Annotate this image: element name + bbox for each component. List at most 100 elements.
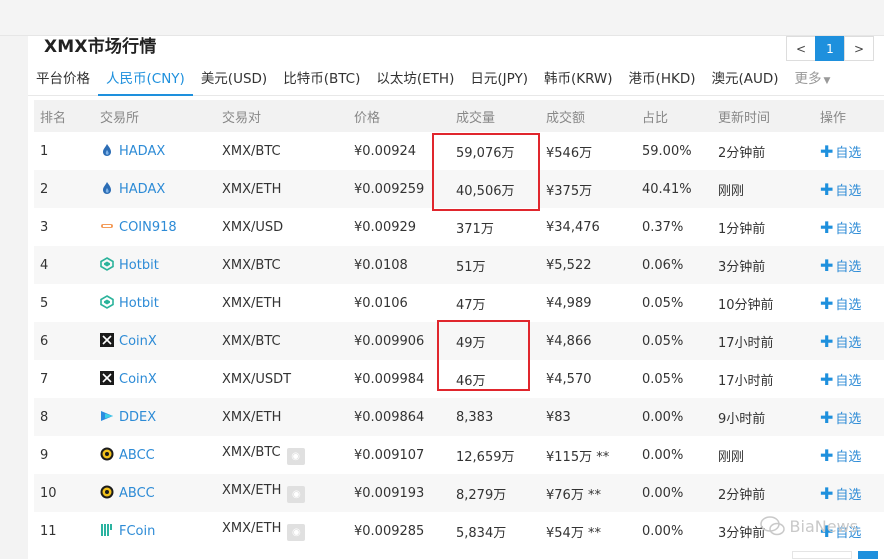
volume-cell: 8,279万 xyxy=(456,487,507,503)
price-cell: ¥0.009107 xyxy=(354,447,425,463)
price-cell: ¥0.009864 xyxy=(354,409,425,425)
exchange-link[interactable]: ABCC xyxy=(119,486,155,501)
exchange-link[interactable]: CoinX xyxy=(119,334,157,349)
exchange-link[interactable]: CoinX xyxy=(119,372,157,387)
exchange-cell[interactable]: Hotbit xyxy=(94,284,216,322)
column-header: 成交量 xyxy=(456,110,496,126)
hadax-logo-icon xyxy=(100,144,119,159)
pair-cell: XMX/USDT xyxy=(216,360,348,398)
rank-cell: 7 xyxy=(40,371,49,387)
caret-down-icon: ▼ xyxy=(823,75,831,86)
exchange-link[interactable]: DDEX xyxy=(119,410,156,425)
add-favorite-button[interactable]: ✚ 自选 xyxy=(814,360,884,398)
tab-1[interactable]: 人民币(CNY) xyxy=(98,64,193,96)
price-cell: ¥0.009193 xyxy=(354,485,425,501)
watermark-text: BiaNews xyxy=(789,516,858,536)
add-favorite-button[interactable]: ✚ 自选 xyxy=(814,474,884,512)
exchange-cell[interactable]: CoinX xyxy=(94,322,216,360)
column-header: 价格 xyxy=(354,110,381,126)
abcc-logo-icon xyxy=(100,447,119,463)
exchange-cell[interactable]: ABCC xyxy=(94,436,216,474)
amount-cell: ¥4,989 xyxy=(546,295,592,311)
exchange-link[interactable]: ABCC xyxy=(119,448,155,463)
pair-cell: XMX/BTC xyxy=(216,132,348,170)
share-cell: 0.06% xyxy=(642,257,684,273)
wechat-icon xyxy=(759,516,785,536)
amount-cell: ¥76万 ** xyxy=(546,487,601,503)
pair-text: XMX/USD xyxy=(222,219,284,235)
exchange-cell[interactable]: CoinX xyxy=(94,360,216,398)
pair-cell: XMX/ETH ◉ xyxy=(216,474,348,512)
add-favorite-button[interactable]: ✚ 自选 xyxy=(814,246,884,284)
share-cell: 0.05% xyxy=(642,333,684,349)
table-row: 8 DDEX XMX/ETH ¥0.009864 8,383 ¥83 0.00% 9小时前 ✚ 自… xyxy=(34,398,884,436)
pager-next-button[interactable]: > xyxy=(844,36,874,61)
favorite-label: 自选 xyxy=(835,297,862,313)
exchange-cell[interactable]: COIN918 xyxy=(94,208,216,246)
exchange-cell[interactable]: FCoin xyxy=(94,512,216,550)
notice-icon: ◉ xyxy=(286,448,305,465)
exchange-cell[interactable]: HADAX xyxy=(94,132,216,170)
price-cell: ¥0.009906 xyxy=(354,333,425,349)
tab-7[interactable]: 港币(HKD) xyxy=(621,64,704,96)
coinx-logo-icon xyxy=(100,371,119,387)
add-favorite-button[interactable]: ✚ 自选 xyxy=(814,208,884,246)
corner-pager-fragment xyxy=(792,551,852,559)
tab-more[interactable]: 更多 ▼ xyxy=(787,64,839,96)
updated-cell: 刚刚 xyxy=(718,183,745,199)
favorite-label: 自选 xyxy=(835,373,862,389)
exchange-link[interactable]: Hotbit xyxy=(119,296,159,311)
corner-pager-active-fragment xyxy=(858,551,878,559)
exchange-link[interactable]: HADAX xyxy=(119,182,165,197)
volume-cell: 47万 xyxy=(456,297,486,313)
add-favorite-button[interactable]: ✚ 自选 xyxy=(814,398,884,436)
add-favorite-button[interactable]: ✚ 自选 xyxy=(814,132,884,170)
plus-icon: ✚ xyxy=(820,369,834,389)
exchange-cell[interactable]: ABCC xyxy=(94,474,216,512)
pager-page-1[interactable]: 1 xyxy=(815,36,845,61)
exchange-cell[interactable]: DDEX xyxy=(94,398,216,436)
amount-cell: ¥54万 ** xyxy=(546,525,601,541)
favorite-label: 自选 xyxy=(835,449,862,465)
updated-cell: 刚刚 xyxy=(718,449,745,465)
add-favorite-button[interactable]: ✚ 自选 xyxy=(814,170,884,208)
exchange-link[interactable]: HADAX xyxy=(119,144,165,159)
price-cell: ¥0.0108 xyxy=(354,257,408,273)
tab-6[interactable]: 韩币(KRW) xyxy=(536,64,621,96)
pair-cell: XMX/ETH ◉ xyxy=(216,512,348,550)
tab-4[interactable]: 以太坊(ETH) xyxy=(368,64,462,96)
rank-cell: 2 xyxy=(40,181,49,197)
pair-cell: XMX/BTC xyxy=(216,322,348,360)
exchange-link[interactable]: Hotbit xyxy=(119,258,159,273)
plus-icon: ✚ xyxy=(820,255,834,275)
volume-cell: 51万 xyxy=(456,259,486,275)
exchange-link[interactable]: COIN918 xyxy=(119,220,177,235)
favorite-label: 自选 xyxy=(835,335,862,351)
watermark: BiaNews xyxy=(759,515,858,537)
add-favorite-button[interactable]: ✚ 自选 xyxy=(814,284,884,322)
hotbit-logo-icon xyxy=(100,295,119,311)
tab-0[interactable]: 平台价格 xyxy=(28,64,98,96)
tab-5[interactable]: 日元(JPY) xyxy=(462,64,536,96)
pager-prev-button[interactable]: < xyxy=(786,36,816,61)
share-cell: 0.00% xyxy=(642,409,684,425)
tab-2[interactable]: 美元(USD) xyxy=(193,64,275,96)
tab-3[interactable]: 比特币(BTC) xyxy=(275,64,368,96)
add-favorite-button[interactable]: ✚ 自选 xyxy=(814,322,884,360)
pair-text: XMX/ETH xyxy=(222,483,282,498)
add-favorite-button[interactable]: ✚ 自选 xyxy=(814,436,884,474)
exchange-cell[interactable]: Hotbit xyxy=(94,246,216,284)
coin918-logo-icon xyxy=(100,220,119,235)
panel-title: XMX市场行情 xyxy=(44,37,157,57)
table-row: 11 FCoin XMX/ETH ◉ ¥0.009285 5,834万 ¥54万 ** 0.0… xyxy=(34,512,884,550)
exchange-cell[interactable]: HADAX xyxy=(94,170,216,208)
notice-icon: ◉ xyxy=(287,524,306,541)
currency-tabs: 平台价格 人民币(CNY) 美元(USD) 比特币(BTC) 以太坊(ETH) 日元(JP… xyxy=(28,64,884,96)
hotbit-logo-icon xyxy=(100,257,119,273)
table-header-row: 排名 交易所 交易对 价格 成交量 成交额 占比 更新时间 操作 xyxy=(34,100,884,132)
page-top-bar xyxy=(0,0,884,36)
exchange-link[interactable]: FCoin xyxy=(119,524,155,539)
share-cell: 40.41% xyxy=(642,181,692,197)
amount-cell: ¥34,476 xyxy=(546,219,600,235)
tab-8[interactable]: 澳元(AUD) xyxy=(703,64,786,96)
